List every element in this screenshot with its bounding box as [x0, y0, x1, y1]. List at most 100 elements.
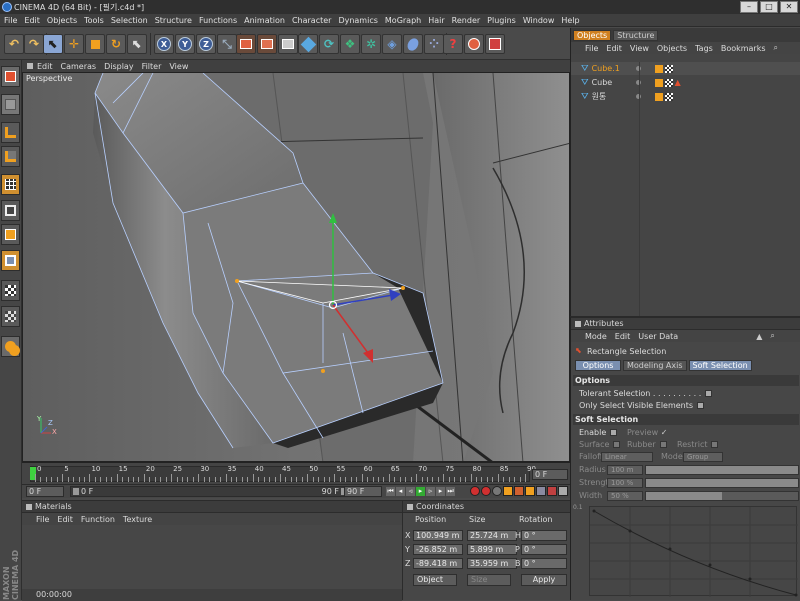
mode-dropdown[interactable]: Group — [683, 452, 723, 462]
strength-slider[interactable] — [645, 478, 799, 488]
object-row[interactable]: ⛛ Cube ▲ — [571, 76, 800, 89]
phong-tag-icon[interactable] — [654, 64, 663, 73]
up-arrow-icon[interactable]: ▲ — [756, 332, 762, 341]
menu-edit[interactable]: Edit — [24, 16, 40, 25]
objects-menu-file[interactable]: File — [585, 44, 598, 53]
preview-range-slider[interactable]: 0 F 90 F — [70, 486, 350, 497]
menu-character[interactable]: Character — [292, 16, 332, 25]
menu-help[interactable]: Help — [561, 16, 579, 25]
menu-file[interactable]: File — [4, 16, 17, 25]
edit-render-settings-icon[interactable] — [278, 34, 298, 54]
menu-render[interactable]: Render — [452, 16, 480, 25]
texture-tag-icon[interactable] — [664, 92, 673, 101]
warning-tag-icon[interactable]: ▲ — [675, 78, 681, 87]
cube-icon[interactable] — [298, 34, 318, 54]
menu-functions[interactable]: Functions — [199, 16, 237, 25]
point-level-key-icon[interactable] — [547, 486, 557, 496]
bend-icon[interactable]: ⟳ — [319, 34, 339, 54]
undo-icon[interactable]: ↶ — [4, 34, 24, 54]
use-object-axis-icon[interactable] — [1, 122, 20, 143]
search-icon[interactable]: ⌕ — [774, 43, 778, 53]
current-frame-field[interactable]: 0 F — [532, 469, 568, 480]
preview-checkmark-icon[interactable]: ✓ — [661, 428, 668, 437]
position-y-field[interactable]: -26.852 m — [413, 544, 463, 555]
prev-key-icon[interactable]: ◂ — [396, 487, 405, 496]
object-row[interactable]: ⛛ 원통 — [571, 90, 800, 103]
coord-mode-dropdown[interactable]: Object — [413, 574, 457, 586]
attributes-menu-mode[interactable]: Mode — [585, 332, 607, 341]
objects-menu-bookmarks[interactable]: Bookmarks — [721, 44, 766, 53]
help-icon[interactable]: ? — [443, 34, 463, 54]
materials-menu-texture[interactable]: Texture — [123, 515, 152, 524]
viewport-menu-filter[interactable]: Filter — [142, 62, 162, 71]
menu-objects[interactable]: Objects — [47, 16, 77, 25]
menu-plugins[interactable]: Plugins — [487, 16, 516, 25]
goto-end-icon[interactable]: ⏭ — [446, 487, 455, 496]
menu-dynamics[interactable]: Dynamics — [338, 16, 377, 25]
use-polygon-tool-icon[interactable] — [1, 224, 20, 245]
autokey-icon[interactable] — [481, 486, 491, 496]
hyper-nurbs-icon[interactable]: ❖ — [340, 34, 360, 54]
tab-structure[interactable]: Structure — [613, 30, 659, 41]
search-icon[interactable]: ⌕ — [770, 331, 774, 341]
radius-field[interactable]: 100 m — [607, 465, 643, 475]
object-row[interactable]: ⛛ Cube.1 — [571, 62, 800, 75]
layout-toggle-icon[interactable] — [1, 336, 20, 357]
width-slider[interactable] — [645, 491, 799, 501]
start-frame-field[interactable]: 0 F — [26, 486, 64, 497]
tab-soft-selection[interactable]: Soft Selection — [688, 360, 752, 371]
use-edge-tool-icon[interactable] — [1, 200, 20, 221]
boole-icon[interactable]: ◈ — [382, 34, 402, 54]
falloff-dropdown[interactable]: Linear — [601, 452, 653, 462]
x-axis-icon[interactable]: X — [154, 34, 174, 54]
timeline-ruler[interactable]: 051015202530354045505560657075808590 0 F — [22, 462, 570, 484]
environment-icon[interactable]: ⁘ — [424, 34, 444, 54]
menu-mograph[interactable]: MoGraph — [385, 16, 421, 25]
make-editable-icon[interactable] — [1, 66, 20, 87]
y-axis-icon[interactable]: Y — [175, 34, 195, 54]
menu-hair[interactable]: Hair — [428, 16, 444, 25]
viewport-menu-cameras[interactable]: Cameras — [61, 62, 97, 71]
objects-menu-objects[interactable]: Objects — [657, 44, 687, 53]
move-icon[interactable]: ✛ — [64, 34, 84, 54]
use-point-tool-icon[interactable] — [1, 174, 20, 195]
texture-tag-icon[interactable] — [664, 78, 673, 87]
workplane-icon[interactable] — [1, 306, 20, 327]
falloff-curve-graph[interactable] — [589, 506, 798, 597]
parameter-key-icon[interactable] — [536, 486, 546, 496]
enable-checkbox[interactable] — [610, 429, 618, 436]
render-picture-viewer-icon[interactable] — [257, 34, 277, 54]
coordinate-system-icon[interactable]: ⤡ — [217, 34, 237, 54]
play-icon[interactable]: ▸ — [416, 487, 425, 496]
phong-tag-icon[interactable] — [654, 92, 663, 101]
size-y-field[interactable]: 5.899 m — [467, 544, 517, 555]
next-key-icon[interactable]: ▸ — [436, 487, 445, 496]
position-x-field[interactable]: 100.949 m — [413, 530, 463, 541]
tab-modeling-axis[interactable]: Modeling Axis — [623, 360, 687, 371]
position-key-icon[interactable] — [503, 486, 513, 496]
use-texture-tool-icon[interactable] — [1, 146, 20, 167]
record-icon[interactable] — [470, 486, 480, 496]
rotation-p-field[interactable]: 0 ° — [521, 544, 567, 555]
size-z-field[interactable]: 35.959 m — [467, 558, 517, 569]
coord-size-mode-dropdown[interactable]: Size — [467, 574, 511, 586]
menu-animation[interactable]: Animation — [244, 16, 285, 25]
viewport-menu-display[interactable]: Display — [104, 62, 134, 71]
rotation-b-field[interactable]: 0 ° — [521, 558, 567, 569]
size-x-field[interactable]: 25.724 m — [467, 530, 517, 541]
attributes-menu-edit[interactable]: Edit — [615, 332, 631, 341]
menu-selection[interactable]: Selection — [111, 16, 148, 25]
rotate-icon[interactable]: ↻ — [106, 34, 126, 54]
attributes-menu-userdata[interactable]: User Data — [638, 332, 678, 341]
materials-menu-file[interactable]: File — [36, 515, 49, 524]
close-button[interactable]: ✕ — [780, 1, 798, 13]
scale-icon[interactable] — [85, 34, 105, 54]
z-axis-icon[interactable]: Z — [196, 34, 216, 54]
surface-checkbox[interactable] — [613, 441, 621, 448]
live-selection-icon[interactable]: ⬉ — [43, 34, 63, 54]
keyframe-selection-icon[interactable] — [492, 486, 502, 496]
only-visible-checkbox[interactable] — [697, 402, 705, 409]
maximize-button[interactable]: □ — [760, 1, 778, 13]
phong-tag-icon[interactable] — [654, 78, 663, 87]
render-view-icon[interactable] — [236, 34, 256, 54]
